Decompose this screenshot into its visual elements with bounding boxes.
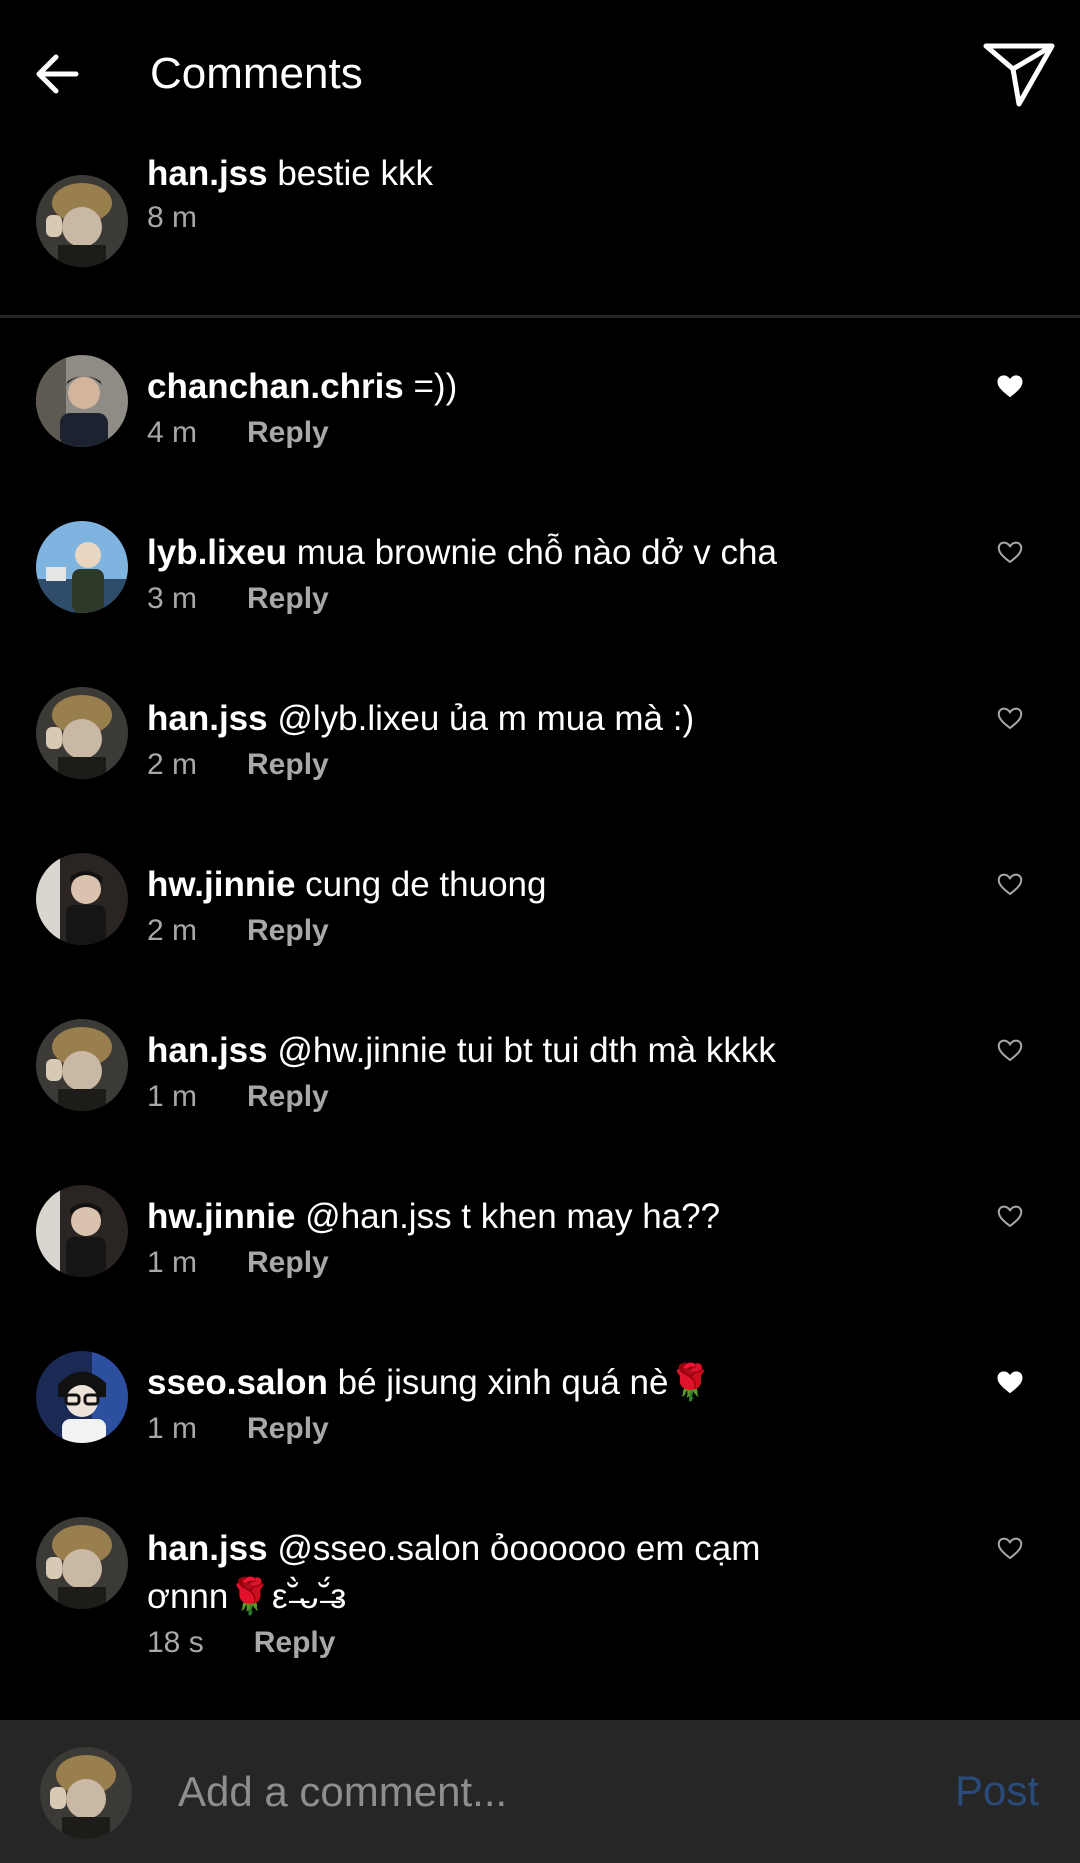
timestamp: 1 m — [147, 1412, 198, 1445]
like-button[interactable] — [995, 537, 1025, 567]
heart-outline-icon — [997, 1039, 1023, 1062]
heart-outline-icon — [997, 541, 1023, 564]
comment-body: @han.jss t khen may ha?? — [295, 1197, 721, 1236]
comment-meta: 18 s Reply — [147, 1625, 335, 1661]
avatar[interactable] — [36, 1019, 128, 1111]
reply-button[interactable]: Reply — [247, 914, 329, 947]
like-button[interactable] — [995, 1201, 1025, 1231]
comment-body: cung de thuong — [295, 865, 547, 904]
divider — [0, 315, 1080, 318]
username[interactable]: sseo.salon — [147, 1363, 328, 1402]
timestamp: 18 s — [147, 1626, 204, 1659]
comment-text: han.jss @hw.jinnie tui bt tui dth mà kkk… — [147, 1027, 817, 1075]
caption-text: han.jss bestie kkk — [147, 150, 817, 198]
heart-filled-icon — [997, 375, 1023, 398]
page-title: Comments — [150, 49, 363, 98]
comment-input[interactable] — [176, 1758, 920, 1826]
reply-button[interactable]: Reply — [247, 1080, 329, 1113]
like-button[interactable] — [995, 1533, 1025, 1563]
comment-meta: 1 m Reply — [147, 1411, 329, 1447]
comment-meta: 2 m Reply — [147, 913, 329, 949]
comment-body: @lyb.lixeu ủa m mua mà :) — [267, 699, 695, 738]
comment-text: sseo.salon bé jisung xinh quá nè🌹 — [147, 1359, 817, 1407]
comment-body: bé jisung xinh quá nè🌹 — [327, 1363, 713, 1402]
timestamp: 8 m — [147, 201, 198, 234]
avatar[interactable] — [36, 521, 128, 613]
avatar[interactable] — [36, 175, 128, 267]
avatar[interactable] — [36, 1351, 128, 1443]
reply-button[interactable]: Reply — [247, 748, 329, 781]
heart-filled-icon — [997, 1371, 1023, 1394]
comment-body: mua brownie chỗ nào dở v cha — [287, 533, 777, 572]
share-button[interactable] — [982, 40, 1056, 110]
comment-text: han.jss @sseo.salon ỏoooooo em cạm ơnnn🌹… — [147, 1525, 817, 1621]
avatar[interactable] — [36, 355, 128, 447]
comment-text: han.jss @lyb.lixeu ủa m mua mà :) — [147, 695, 817, 743]
comment-meta: 1 m Reply — [147, 1245, 329, 1281]
username[interactable]: han.jss — [147, 154, 268, 193]
comment-text: lyb.lixeu mua brownie chỗ nào dở v cha — [147, 529, 817, 577]
comment-body: =)) — [403, 367, 458, 406]
reply-button[interactable]: Reply — [247, 582, 329, 615]
comment-body: bestie kkk — [267, 154, 433, 193]
back-button[interactable] — [28, 44, 88, 104]
timestamp: 4 m — [147, 416, 198, 449]
like-button[interactable] — [995, 869, 1025, 899]
avatar[interactable] — [36, 687, 128, 779]
avatar[interactable] — [36, 1185, 128, 1277]
timestamp: 1 m — [147, 1246, 198, 1279]
reply-button[interactable]: Reply — [247, 1246, 329, 1279]
username[interactable]: han.jss — [147, 1529, 268, 1568]
timestamp: 2 m — [147, 748, 198, 781]
arrow-left-icon — [36, 54, 79, 94]
heart-outline-icon — [997, 707, 1023, 730]
comment-body: @hw.jinnie tui bt tui dth mà kkkk — [267, 1031, 776, 1070]
reply-button[interactable]: Reply — [247, 1412, 329, 1445]
paper-plane-icon — [983, 43, 1055, 107]
reply-button[interactable]: Reply — [247, 416, 329, 449]
timestamp: 3 m — [147, 582, 198, 615]
comment-meta: 3 m Reply — [147, 581, 329, 617]
like-button[interactable] — [995, 1367, 1025, 1397]
avatar[interactable] — [36, 1517, 128, 1609]
comment-composer: Post — [0, 1720, 1080, 1863]
comment-meta: 1 m Reply — [147, 1079, 329, 1115]
timestamp: 1 m — [147, 1080, 198, 1113]
post-button[interactable]: Post — [955, 1766, 1039, 1816]
like-button[interactable] — [995, 1035, 1025, 1065]
top-bar: Comments — [0, 0, 1080, 145]
like-button[interactable] — [995, 703, 1025, 733]
timestamp: 2 m — [147, 914, 198, 947]
comment-text: chanchan.chris =)) — [147, 363, 817, 411]
username[interactable]: lyb.lixeu — [147, 533, 287, 572]
comment-text: hw.jinnie @han.jss t khen may ha?? — [147, 1193, 817, 1241]
caption: han.jss bestie kkk 8 m — [0, 150, 1080, 315]
comment-meta: 2 m Reply — [147, 747, 329, 783]
username[interactable]: chanchan.chris — [147, 367, 404, 406]
username[interactable]: han.jss — [147, 699, 268, 738]
heart-outline-icon — [997, 1205, 1023, 1228]
username[interactable]: han.jss — [147, 1031, 268, 1070]
current-user-avatar — [40, 1747, 132, 1839]
username[interactable]: hw.jinnie — [147, 1197, 295, 1236]
comment-text: hw.jinnie cung de thuong — [147, 861, 817, 909]
avatar[interactable] — [36, 853, 128, 945]
username[interactable]: hw.jinnie — [147, 865, 295, 904]
heart-outline-icon — [997, 873, 1023, 896]
comment-meta: 4 m Reply — [147, 415, 329, 451]
heart-outline-icon — [997, 1537, 1023, 1560]
like-button[interactable] — [995, 371, 1025, 401]
reply-button[interactable]: Reply — [254, 1626, 336, 1659]
